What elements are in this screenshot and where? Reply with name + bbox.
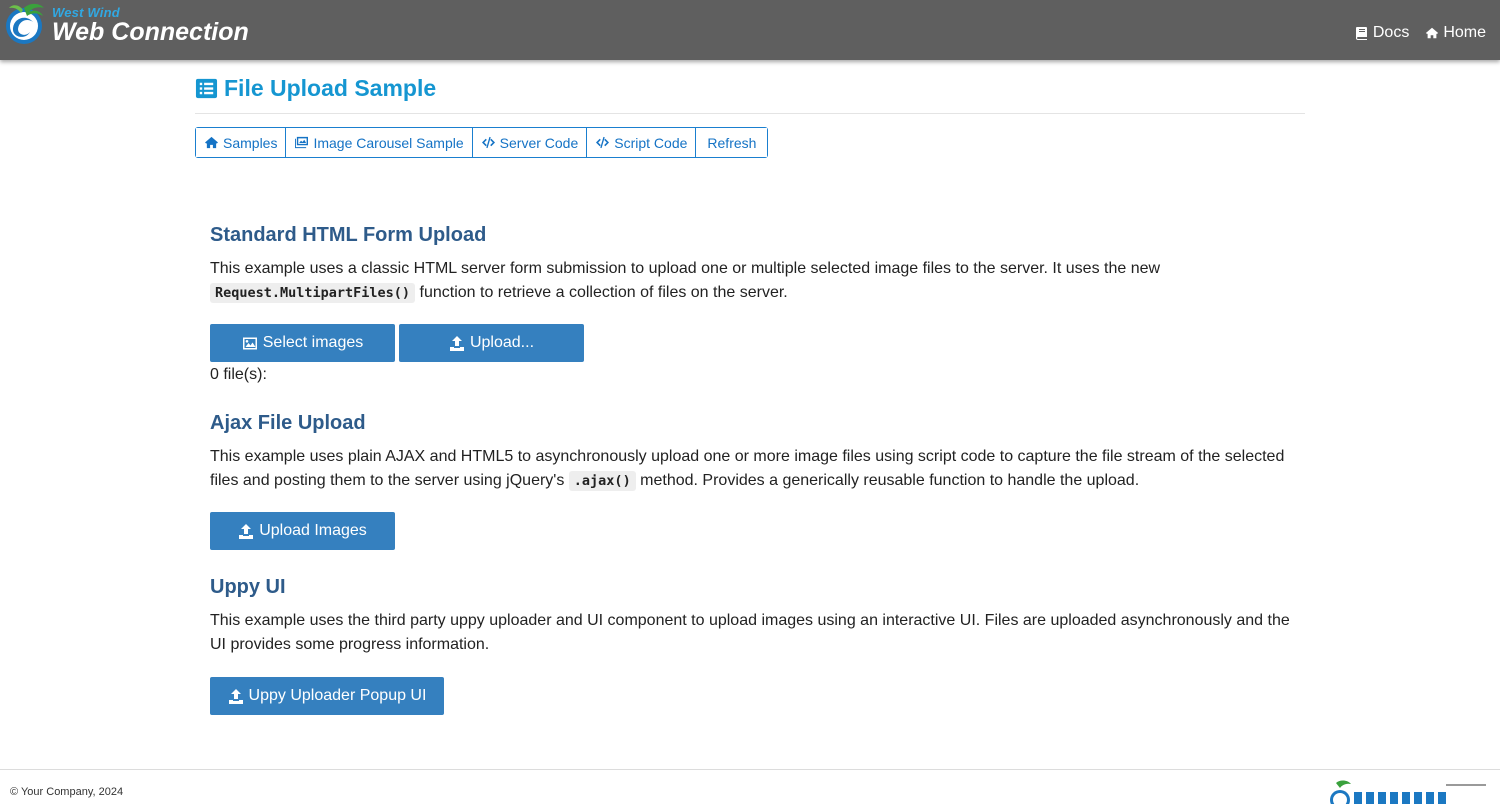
select-images-label: Select images (262, 334, 364, 351)
uppy-popup-button[interactable]: Uppy Uploader Popup UI (210, 677, 444, 715)
docs-link-label: Docs (1372, 24, 1410, 41)
refresh-button[interactable]: Refresh (696, 128, 768, 157)
script-code-button[interactable]: Script Code (587, 128, 697, 157)
multipart-files-code: Request.MultipartFiles() (210, 283, 416, 303)
image-icon (242, 337, 257, 349)
upload-icon (228, 688, 243, 704)
ajax-upload-description: This example uses plain AJAX and HTML5 t… (210, 445, 1295, 493)
upload-icon (449, 335, 464, 351)
page-title-text: File Upload Sample (224, 75, 437, 101)
top-navbar: West Wind Web Connection Docs Home (0, 0, 1500, 60)
sample-toolbar: Samples Image Carousel Sample Server Cod… (195, 127, 769, 158)
uppy-popup-label: Uppy Uploader Popup UI (248, 687, 427, 704)
home-link[interactable]: Home (1425, 24, 1486, 42)
server-code-button-label: Server Code (499, 134, 579, 151)
refresh-button-label: Refresh (707, 134, 757, 151)
uppy-section: Uppy UI This example uses the third part… (210, 576, 1295, 657)
file-count: 0 file(s): (210, 366, 267, 383)
standard-text-before: This example uses a classic HTML server … (210, 260, 1161, 277)
uppy-title: Uppy UI (210, 576, 286, 598)
book-icon (1355, 27, 1367, 40)
west-wind-technologies-logo (1330, 780, 1486, 804)
ajax-text-after: method. Provides a generically reusable … (640, 472, 1140, 489)
home-icon (1426, 27, 1439, 39)
page-title: File Upload Sample (195, 74, 1305, 102)
upload-button[interactable]: Upload... (399, 324, 584, 362)
home-icon (205, 136, 218, 149)
upload-icon (239, 523, 254, 539)
standard-upload-section: Standard HTML Form Upload This example u… (210, 224, 1295, 305)
list-icon (195, 78, 218, 99)
docs-link[interactable]: Docs (1355, 24, 1409, 42)
upload-button-label: Upload... (469, 334, 535, 351)
standard-upload-description: This example uses a classic HTML server … (210, 257, 1295, 305)
ajax-upload-section: Ajax File Upload This example uses plain… (210, 412, 1295, 493)
server-code-button[interactable]: Server Code (472, 128, 588, 157)
upload-images-button[interactable]: Upload Images (210, 512, 395, 550)
home-link-label: Home (1443, 24, 1486, 41)
uppy-description: This example uses the third party uppy u… (210, 612, 1290, 653)
footer-copyright: © Your Company, 2024 (10, 786, 124, 798)
samples-button[interactable]: Samples (196, 128, 287, 157)
image-carousel-button[interactable]: Image Carousel Sample (286, 128, 473, 157)
brand-link[interactable]: West Wind Web Connection (4, 2, 249, 46)
page-header: File Upload Sample (195, 74, 1305, 114)
code-icon (596, 136, 610, 149)
brand-title: Web Connection (52, 17, 249, 46)
image-carousel-button-label: Image Carousel Sample (313, 134, 464, 151)
footer: © Your Company, 2024 (0, 769, 1500, 804)
ajax-code: .ajax() (568, 471, 636, 491)
code-icon (481, 136, 495, 149)
upload-images-label: Upload Images (259, 522, 367, 539)
west-wind-logo-icon (6, 3, 44, 44)
brand-subtitle: West Wind (52, 4, 120, 20)
script-code-button-label: Script Code (614, 134, 688, 151)
samples-button-label: Samples (223, 134, 278, 151)
standard-upload-title: Standard HTML Form Upload (210, 224, 487, 246)
images-icon (295, 136, 309, 149)
standard-text-after: function to retrieve a collection of fil… (419, 284, 788, 301)
select-images-button[interactable]: Select images (210, 324, 395, 362)
top-nav-links: Docs Home (1355, 24, 1486, 42)
ajax-upload-title: Ajax File Upload (210, 412, 366, 434)
